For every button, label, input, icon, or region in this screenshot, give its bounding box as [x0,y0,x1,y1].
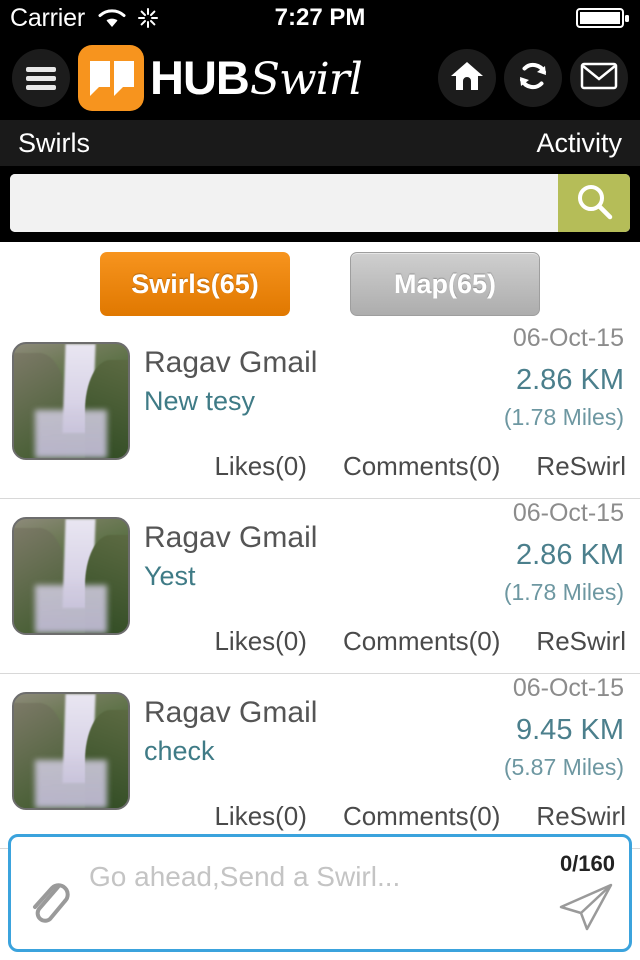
mail-button[interactable] [570,49,628,107]
swirl-distance-miles: (5.87 Miles) [503,754,624,780]
search-input[interactable] [10,174,558,232]
likes-button[interactable]: Likes(0) [214,626,306,657]
send-paper-plane-icon [559,883,613,931]
status-bar: Carrier 7:27 PM [0,0,640,36]
swirl-author-name: Ragav Gmail [144,696,318,729]
swirl-message: check [144,736,215,766]
subnav-activity-label[interactable]: Activity [536,128,622,159]
swirl-author-name: Ragav Gmail [144,521,318,554]
swirl-list-item[interactable]: 06-Oct-15 Ragav Gmail check 9.45 KM (5.8… [0,674,640,849]
swirl-message: Yest [144,561,196,591]
hamburger-menu-icon [26,63,56,94]
refresh-button[interactable] [504,49,562,107]
activity-spinner-icon [137,7,159,29]
swirl-list-item[interactable]: 06-Oct-15 Ragav Gmail New tesy 2.86 KM (… [0,324,640,499]
swirl-distance-km: 2.86 KM [516,539,624,571]
swirl-thumbnail[interactable] [12,517,130,635]
hamburger-menu-button[interactable] [12,49,70,107]
home-icon [449,59,485,98]
brand-logo[interactable]: HUB Swirl [78,45,363,111]
swirl-list-item[interactable]: 06-Oct-15 Ragav Gmail Yest 2.86 KM (1.78… [0,499,640,674]
clock-label: 7:27 PM [274,4,366,31]
compose-swirl-box: 0/160 [8,834,632,952]
swirl-distance-km: 2.86 KM [516,364,624,396]
envelope-icon [580,61,618,96]
subnav-swirls-label[interactable]: Swirls [18,128,90,159]
speech-bubbles-logo-icon [78,45,144,111]
send-button[interactable] [557,881,617,933]
app-root: Carrier 7:27 PM HUB Swirl Swirls Activit… [0,0,640,960]
likes-button[interactable]: Likes(0) [214,801,306,832]
comments-button[interactable]: Comments(0) [343,451,500,482]
tab-map[interactable]: Map(65) [350,252,540,316]
character-counter: 0/160 [559,851,615,876]
swirl-thumbnail[interactable] [12,342,130,460]
battery-full-icon [576,6,630,30]
swirl-author-name: Ragav Gmail [144,346,318,379]
swirl-message: New tesy [144,386,256,416]
carrier-label: Carrier [10,3,85,32]
swirl-distance-miles: (1.78 Miles) [503,404,624,430]
swirl-distance-miles: (1.78 Miles) [503,579,624,605]
swirl-distance-km: 9.45 KM [516,714,624,746]
swirl-thumbnail[interactable] [12,692,130,810]
comments-button[interactable]: Comments(0) [343,626,500,657]
app-header: HUB Swirl [0,36,640,120]
swirls-list: 06-Oct-15 Ragav Gmail New tesy 2.86 KM (… [0,324,640,849]
likes-button[interactable]: Likes(0) [214,451,306,482]
search-icon [572,180,616,227]
logo-primary-text: HUB [150,51,250,104]
swirl-date: 06-Oct-15 [512,499,624,527]
wifi-icon [97,7,127,29]
reswirl-button[interactable]: ReSwirl [536,626,626,657]
swirl-date: 06-Oct-15 [512,324,624,352]
compose-input[interactable] [89,861,539,893]
sub-navigation-bar: Swirls Activity [0,120,640,166]
reswirl-button[interactable]: ReSwirl [536,451,626,482]
home-button[interactable] [438,49,496,107]
tab-swirls[interactable]: Swirls(65) [100,252,290,316]
logo-secondary-text: Swirl [249,54,363,105]
search-button[interactable] [558,174,630,232]
comments-button[interactable]: Comments(0) [343,801,500,832]
paperclip-icon[interactable] [25,873,71,929]
reswirl-button[interactable]: ReSwirl [536,801,626,832]
view-tabs: Swirls(65) Map(65) [0,242,640,324]
swirl-date: 06-Oct-15 [512,674,624,702]
search-bar [0,166,640,242]
refresh-sync-icon [515,58,551,99]
